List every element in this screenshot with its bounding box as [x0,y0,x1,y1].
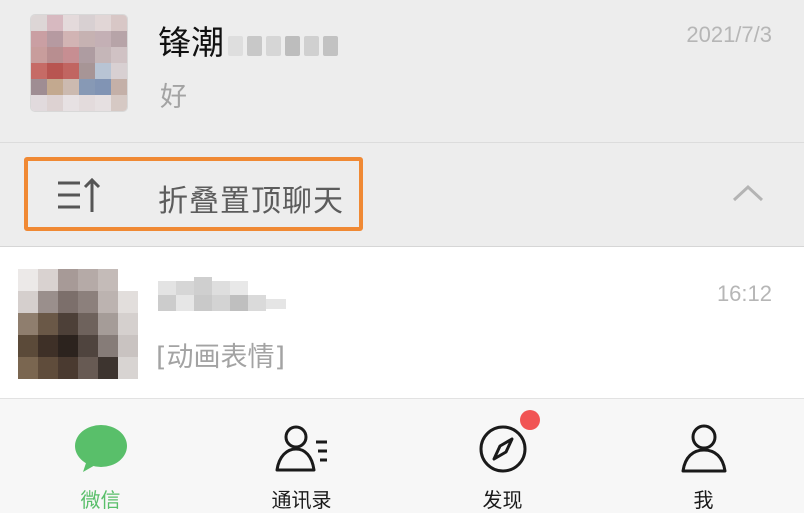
tab-me[interactable]: 我 [603,399,804,513]
bottom-tab-bar: 微信 通讯录 发现 我 [0,398,804,513]
tab-label: 我 [693,488,714,512]
profile-icon [681,424,726,473]
recent-chat-row[interactable]: 16:12 [动画表情] [0,247,804,397]
redacted-name [228,25,342,64]
avatar [18,269,138,379]
chat-name: 锋潮 [158,16,342,64]
fold-pinned-chats-bar[interactable]: 折叠置顶聊天 [0,143,804,247]
compass-icon [479,425,526,473]
tab-contacts[interactable]: 通讯录 [201,399,402,513]
collapse-list-icon [58,177,101,212]
fold-label: 折叠置顶聊天 [158,184,344,219]
notification-dot [520,410,540,430]
chat-time: 2021/7/3 [686,22,772,47]
tab-label: 微信 [80,488,121,512]
chevron-up-icon[interactable] [732,183,764,203]
pinned-chat-row[interactable]: 锋潮 2021/7/3 好 [0,0,804,143]
chat-preview: [动画表情] [156,342,286,373]
tab-label: 发现 [482,488,523,512]
chat-preview: 好 [160,82,187,113]
tab-label: 通讯录 [271,488,332,512]
tab-chats[interactable]: 微信 [0,399,201,513]
contacts-icon [275,425,327,472]
redacted-name [158,277,286,311]
avatar [31,15,127,111]
chat-bubble-icon [74,425,127,472]
chat-time: 16:12 [716,281,772,306]
tab-discover[interactable]: 发现 [402,399,603,513]
